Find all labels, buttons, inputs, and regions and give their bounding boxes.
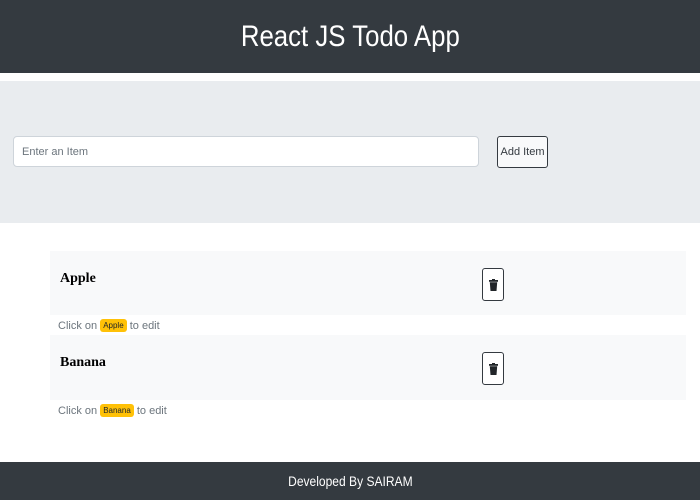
edit-hint-prefix: Click on: [58, 320, 98, 332]
trash-icon: [488, 362, 498, 375]
todo-item-name[interactable]: Banana: [60, 355, 106, 371]
item-input[interactable]: [13, 136, 479, 167]
edit-hint-suffix: to edit: [136, 405, 167, 417]
page-title: React JS Todo App: [240, 19, 460, 53]
todo-item: Apple: [50, 251, 686, 315]
item-name-badge[interactable]: Apple: [100, 319, 127, 332]
todo-item-name[interactable]: Apple: [60, 271, 96, 287]
edit-hint-suffix: to edit: [129, 320, 160, 332]
todo-app-page: React JS Todo App Add Item Apple Click o…: [0, 0, 700, 500]
add-item-button[interactable]: Add Item: [497, 136, 548, 168]
delete-button[interactable]: [482, 268, 504, 301]
item-name-badge[interactable]: Banana: [100, 404, 134, 417]
delete-button[interactable]: [482, 352, 504, 385]
footer-credit: Developed By SAIRAM: [287, 473, 413, 489]
app-footer: Developed By SAIRAM: [0, 462, 700, 500]
app-header: React JS Todo App: [0, 0, 700, 73]
edit-hint: Click on Banana to edit: [58, 404, 167, 417]
edit-hint-prefix: Click on: [58, 405, 98, 417]
trash-icon: [488, 278, 498, 291]
todo-item: Banana: [50, 335, 686, 400]
edit-hint: Click on Apple to edit: [58, 319, 160, 332]
